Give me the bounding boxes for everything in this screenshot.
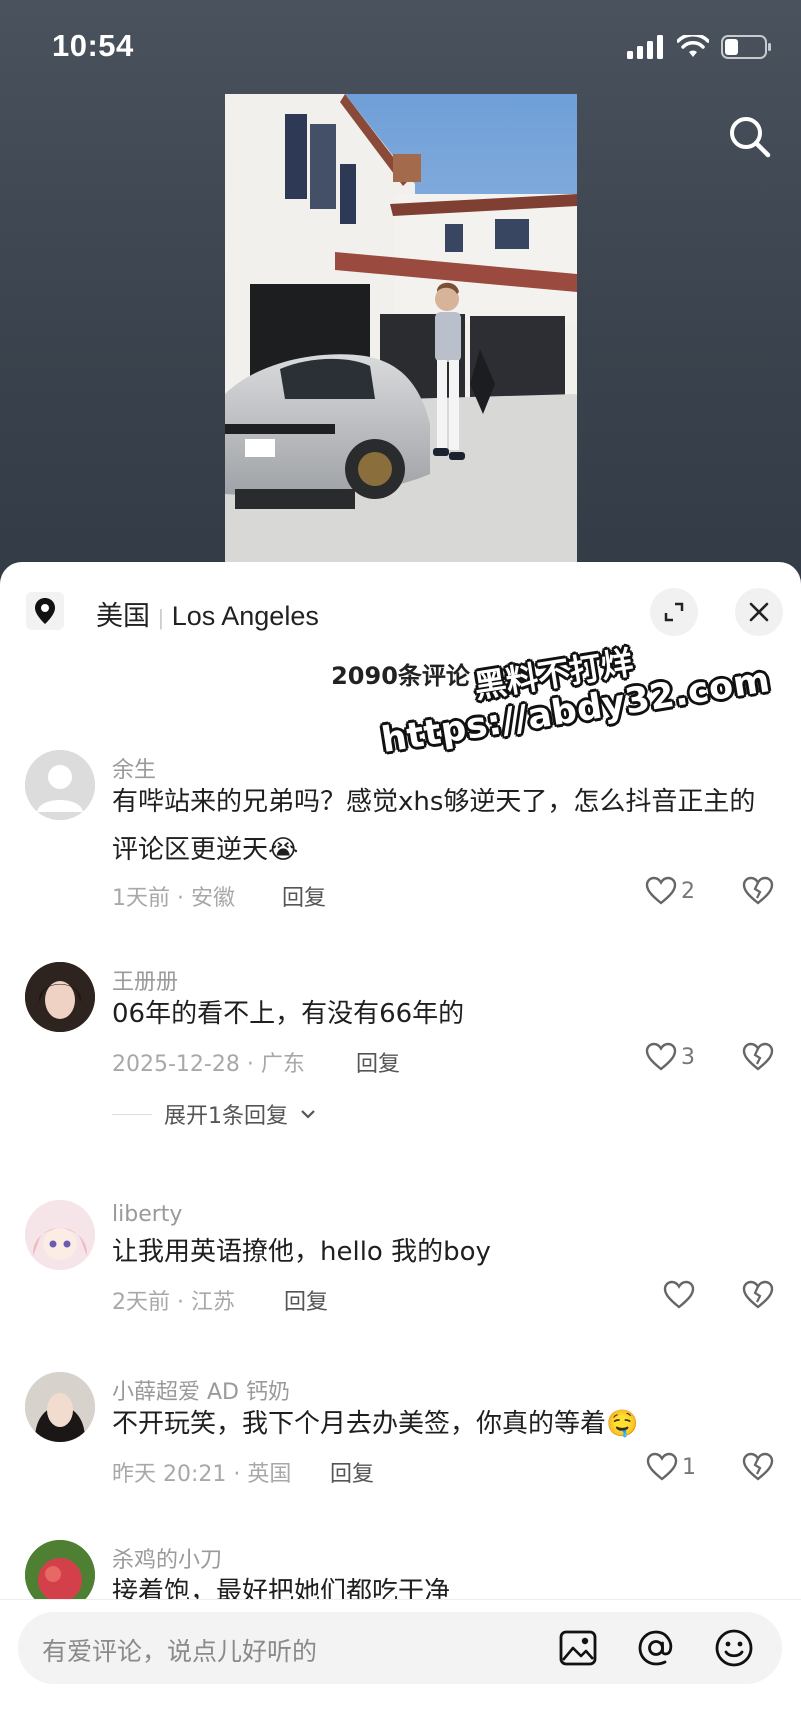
video-scene-image xyxy=(225,94,577,564)
dislike-button[interactable] xyxy=(742,876,774,910)
comment-item: 小薛超爱 AD 钙奶 不开玩笑，我下个月去办美签，你真的等着🤤 昨天 20:21… xyxy=(0,1370,801,1510)
expand-replies-button[interactable]: 展开1条回复 xyxy=(112,1098,316,1130)
default-avatar-icon xyxy=(25,750,95,820)
dislike-button[interactable] xyxy=(742,1280,774,1314)
comment-item: liberty 让我用英语撩他，hello 我的boy 2天前 · 江苏 回复 xyxy=(0,1200,801,1340)
broken-heart-icon xyxy=(742,1280,774,1309)
reply-button[interactable]: 回复 xyxy=(284,1284,328,1316)
comment-input-bar: 有爱评论，说点儿好听的 xyxy=(0,1599,801,1719)
user-photo-avatar xyxy=(25,1372,95,1442)
anime-avatar xyxy=(25,1200,95,1270)
comment-item: 余生 有哔站来的兄弟吗？感觉xhs够逆天了，怎么抖音正主的评论区更逆天😭 1天前… xyxy=(0,732,801,922)
location-label[interactable]: 美国 | Los Angeles xyxy=(96,594,319,633)
comment-time-location: 2025-12-28 · 广东 xyxy=(112,1052,305,1077)
heart-icon xyxy=(646,1452,678,1481)
location-separator: | xyxy=(158,605,164,630)
comment-text: 不开玩笑，我下个月去办美签，你真的等着🤤 xyxy=(112,1409,639,1439)
expand-divider xyxy=(112,1113,152,1115)
like-button[interactable] xyxy=(663,1280,699,1310)
reply-button[interactable]: 回复 xyxy=(356,1046,400,1078)
like-button[interactable]: 2 xyxy=(645,876,695,906)
expand-sheet-button[interactable] xyxy=(650,588,698,636)
like-count: 2 xyxy=(681,878,695,904)
image-button[interactable] xyxy=(556,1626,600,1670)
comment-time-location: 昨天 20:21 · 英国 xyxy=(112,1462,292,1487)
close-icon xyxy=(749,602,769,622)
video-thumbnail[interactable] xyxy=(225,94,577,564)
comment-item: 王册册 06年的看不上，有没有66年的 2025-12-28 · 广东 回复 3… xyxy=(0,952,801,1132)
user-photo-avatar xyxy=(25,962,95,1032)
at-icon xyxy=(638,1630,673,1666)
chevron-down-icon xyxy=(301,1110,315,1119)
heart-icon xyxy=(645,1042,677,1071)
close-sheet-button[interactable] xyxy=(735,588,783,636)
comment-sheet: 美国 | Los Angeles 2090条评论 黑料不打烊 https://abd… xyxy=(0,562,801,1719)
search-button[interactable] xyxy=(725,112,775,162)
broken-heart-icon xyxy=(742,1042,774,1071)
mention-button[interactable] xyxy=(634,1626,678,1670)
avatar[interactable] xyxy=(25,1200,95,1270)
reply-button[interactable]: 回复 xyxy=(330,1456,374,1488)
avatar[interactable] xyxy=(25,962,95,1032)
emoji-icon xyxy=(715,1629,753,1667)
comment-text: 有哔站来的兄弟吗？感觉xhs够逆天了，怎么抖音正主的评论区更逆天😭 xyxy=(112,787,756,865)
broken-heart-icon xyxy=(742,1452,774,1481)
expand-icon xyxy=(664,602,684,622)
search-icon xyxy=(730,117,771,158)
comment-username[interactable]: liberty xyxy=(112,1202,182,1227)
wifi-icon xyxy=(677,35,709,57)
comment-input-placeholder: 有爱评论，说点儿好听的 xyxy=(42,1637,318,1666)
comment-time-location: 1天前 · 安徽 xyxy=(112,886,235,911)
like-button[interactable]: 1 xyxy=(646,1452,696,1482)
location-city: Los Angeles xyxy=(171,601,319,631)
comment-count: 2090条评论 xyxy=(331,662,470,690)
image-icon xyxy=(559,1630,597,1666)
comment-text: 让我用英语撩他，hello 我的boy xyxy=(112,1237,491,1267)
avatar[interactable] xyxy=(25,750,95,820)
dislike-button[interactable] xyxy=(742,1042,774,1076)
expand-replies-label: 展开1条回复 xyxy=(164,1104,288,1129)
status-bar: 10:54 xyxy=(0,0,801,100)
location-row[interactable]: 美国 | Los Angeles xyxy=(0,562,801,658)
status-time: 10:54 xyxy=(52,28,134,63)
battery-icon xyxy=(721,35,771,59)
reply-button[interactable]: 回复 xyxy=(282,880,326,912)
like-count: 3 xyxy=(681,1044,695,1070)
like-button[interactable]: 3 xyxy=(645,1042,695,1072)
location-pin-icon xyxy=(26,592,64,630)
heart-icon xyxy=(663,1280,695,1309)
broken-heart-icon xyxy=(742,876,774,905)
status-icons xyxy=(627,34,773,60)
avatar[interactable] xyxy=(25,1372,95,1442)
like-count: 1 xyxy=(682,1454,696,1480)
heart-icon xyxy=(645,876,677,905)
emoji-button[interactable] xyxy=(712,1626,756,1670)
comment-text: 06年的看不上，有没有66年的 xyxy=(112,999,465,1029)
dislike-button[interactable] xyxy=(742,1452,774,1486)
signal-icon xyxy=(627,35,663,59)
comment-input[interactable]: 有爱评论，说点儿好听的 xyxy=(18,1612,782,1684)
comment-time-location: 2天前 · 江苏 xyxy=(112,1290,235,1315)
location-country: 美国 xyxy=(96,601,150,631)
